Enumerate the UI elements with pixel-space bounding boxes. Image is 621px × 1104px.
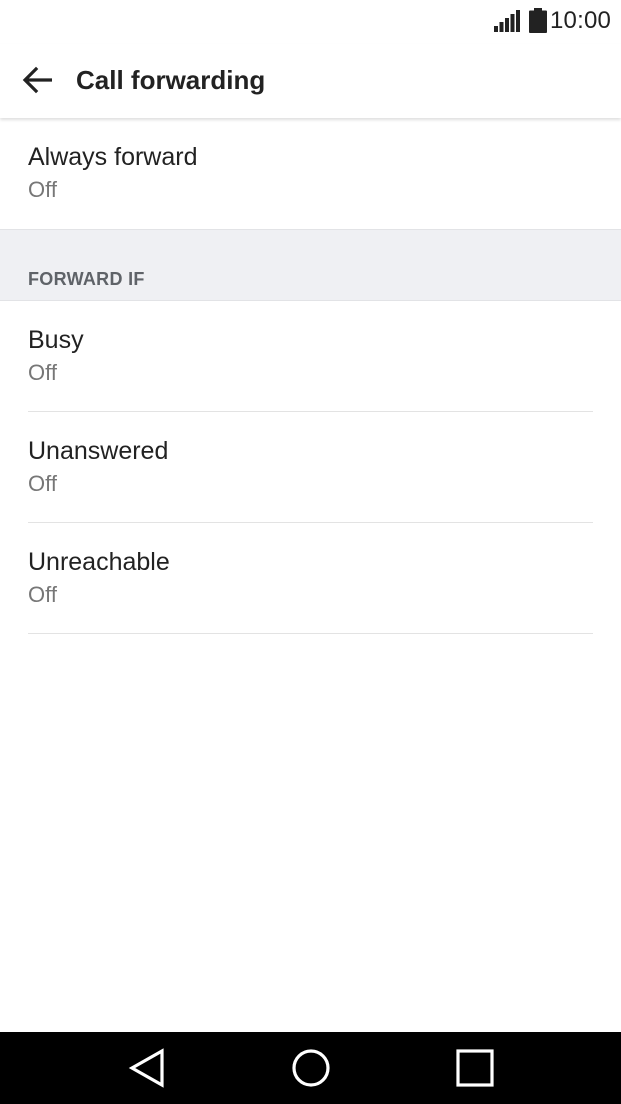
unanswered-item[interactable]: Unanswered Off (0, 412, 621, 523)
busy-title: Busy (28, 326, 84, 354)
square-recents-icon (456, 1049, 494, 1087)
busy-summary: Off (28, 360, 57, 385)
page-title: Call forwarding (76, 65, 266, 95)
status-bar: 10:00 (0, 0, 621, 44)
app-bar: Call forwarding (0, 44, 621, 118)
settings-list: Always forward Off FORWARD IF Busy Off U… (0, 118, 621, 634)
circle-home-icon (292, 1049, 330, 1087)
unanswered-title: Unanswered (28, 437, 169, 465)
section-header: FORWARD IF (0, 229, 621, 301)
navigation-bar (0, 1032, 621, 1104)
battery-full-icon (529, 8, 547, 33)
divider (28, 633, 593, 634)
always-forward-summary: Off (28, 177, 57, 202)
unanswered-summary: Off (28, 471, 57, 496)
busy-item[interactable]: Busy Off (0, 301, 621, 412)
nav-recents-button[interactable] (435, 1032, 515, 1104)
unreachable-item[interactable]: Unreachable Off (0, 523, 621, 634)
nav-home-button[interactable] (271, 1032, 351, 1104)
back-button[interactable] (16, 58, 60, 102)
unreachable-summary: Off (28, 582, 57, 607)
signal-bars-icon (494, 10, 520, 32)
unreachable-title: Unreachable (28, 548, 170, 576)
section-header-label: FORWARD IF (28, 269, 145, 289)
status-time: 10:00 (550, 7, 612, 34)
nav-back-button[interactable] (107, 1032, 187, 1104)
arrow-back-icon (22, 66, 52, 94)
always-forward-item[interactable]: Always forward Off (0, 118, 621, 229)
always-forward-title: Always forward (28, 143, 198, 171)
triangle-back-icon (128, 1048, 164, 1088)
